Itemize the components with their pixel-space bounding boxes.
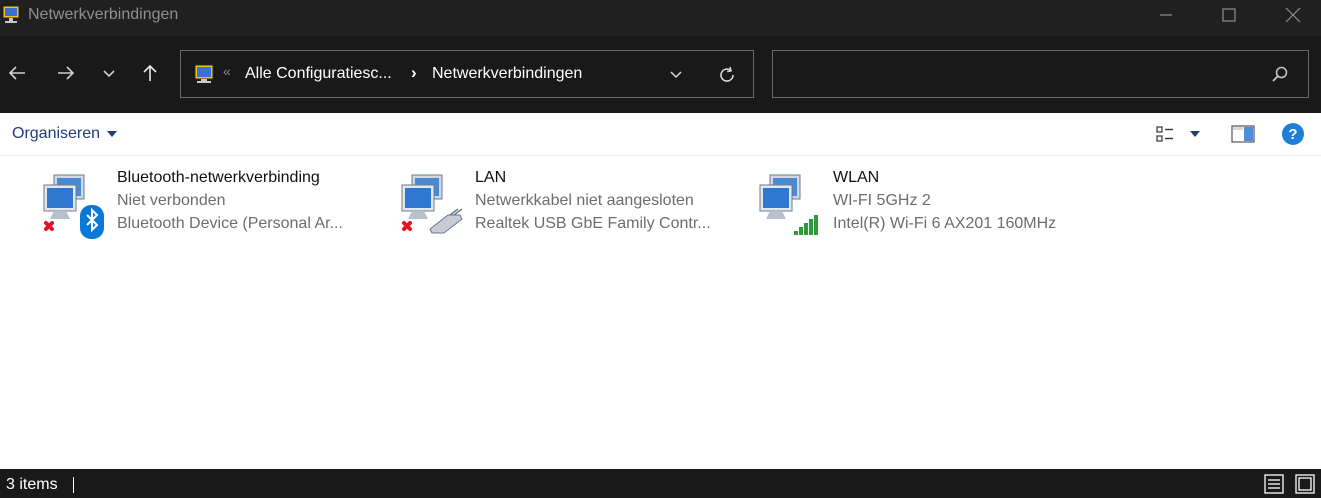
connection-device: Intel(R) Wi-Fi 6 AX201 160MHz [833,215,1057,232]
breadcrumb-overflow[interactable]: « [223,63,231,79]
command-bar: Organiseren ? [0,113,1321,156]
chevron-down-icon [103,70,115,78]
connection-item-bluetooth[interactable]: Bluetooth-netwerkverbinding Niet verbond… [42,167,372,241]
close-icon [1285,7,1301,23]
connections-list: Bluetooth-netwerkverbinding Niet verbond… [0,157,1321,469]
large-icons-view-icon [1295,474,1315,494]
change-view-icon [1156,126,1173,142]
wifi-network-icon [759,174,818,235]
status-separator [73,477,74,493]
network-connections-app-icon [2,5,20,23]
connection-item-lan[interactable]: LAN Netwerkkabel niet aangesloten Realte… [400,167,730,241]
maximize-button[interactable] [1206,0,1252,30]
chevron-down-icon [670,71,682,79]
minimize-icon [1160,14,1172,16]
search-input[interactable] [783,61,1263,87]
control-panel-icon [194,64,214,83]
refresh-icon [720,66,734,82]
svg-text:?: ? [1288,126,1297,143]
connection-name: Bluetooth-netwerkverbinding [117,169,320,186]
view-options-dropdown[interactable] [1183,121,1207,147]
back-button[interactable] [2,58,32,88]
connection-name: WLAN [833,169,880,186]
connection-status: WI-FI 5GHz 2 [833,192,931,209]
recent-locations-button[interactable] [94,58,124,88]
help-icon: ? [1282,123,1304,145]
ethernet-network-icon [401,174,463,234]
breadcrumb-separator[interactable]: › [411,63,417,83]
search-icon[interactable] [1270,64,1290,84]
address-history-button[interactable] [665,63,687,85]
maximize-icon [1222,8,1236,22]
item-count: 3 items [6,476,58,493]
navigation-bar: « Alle Configuratiesc... › Netwerkverbin… [0,36,1321,113]
change-view-button[interactable] [1153,121,1177,147]
refresh-button[interactable] [715,63,739,87]
bluetooth-network-icon [43,174,104,239]
triangle-down-icon [1190,131,1200,137]
address-bar[interactable]: « Alle Configuratiesc... › Netwerkverbin… [180,50,754,98]
forward-button[interactable] [51,58,81,88]
connection-status: Niet verbonden [117,192,226,209]
title-bar: Netwerkverbindingen [0,0,1321,36]
search-box[interactable] [772,50,1309,98]
organise-menu-button[interactable]: Organiseren [12,125,118,143]
triangle-down-icon [107,131,118,137]
window-title: Netwerkverbindingen [28,6,179,23]
status-bar: 3 items [0,469,1321,498]
details-view-button[interactable] [1263,473,1285,495]
preview-pane-button[interactable] [1229,121,1257,147]
connection-device: Realtek USB GbE Family Contr... [475,215,711,232]
breadcrumb-network-connections[interactable]: Netwerkverbindingen [432,65,582,83]
connection-device: Bluetooth Device (Personal Ar... [117,215,343,232]
connection-status: Netwerkkabel niet aangesloten [475,192,694,209]
up-button[interactable] [135,58,165,88]
close-button[interactable] [1270,0,1316,30]
organise-label: Organiseren [12,125,101,142]
connection-item-wlan[interactable]: WLAN WI-FI 5GHz 2 Intel(R) Wi-Fi 6 AX201… [758,167,1088,241]
preview-pane-icon [1231,125,1255,143]
arrow-right-icon [58,66,75,80]
details-view-icon [1264,474,1284,494]
help-button[interactable]: ? [1280,121,1306,147]
connection-name: LAN [475,169,507,186]
breadcrumb-all-control-panel[interactable]: Alle Configuratiesc... [245,65,392,83]
arrow-left-icon [8,66,25,80]
arrow-up-icon [143,64,157,81]
minimize-button[interactable] [1143,0,1189,30]
large-icons-view-button[interactable] [1294,473,1316,495]
